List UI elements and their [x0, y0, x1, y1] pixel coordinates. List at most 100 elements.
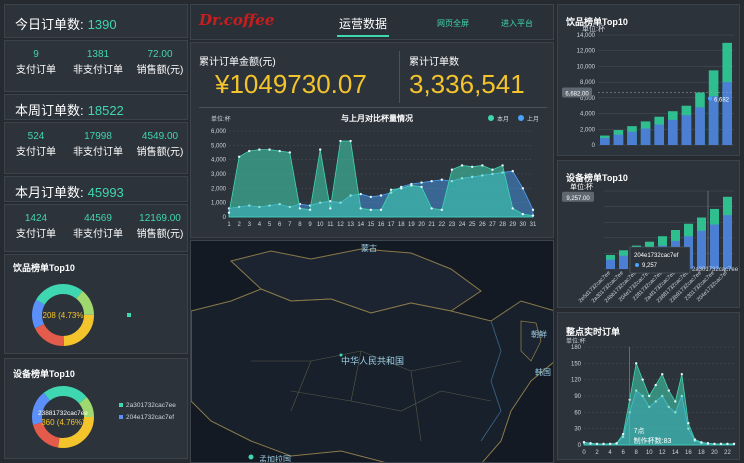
- x-tick-label: 8: [298, 222, 302, 228]
- month-panel: 本月订单数: 45993: [4, 176, 188, 202]
- data-point: [706, 442, 710, 445]
- data-point: [379, 194, 383, 197]
- x-tick-label: 16: [378, 222, 385, 228]
- data-point: [521, 212, 525, 216]
- x-tick-label: 19: [408, 222, 415, 228]
- y-tick-label: 60: [574, 410, 581, 416]
- drink-donut-center: 208 (4.73%: [43, 311, 84, 320]
- today-title: 今日订单数: 1390: [15, 17, 117, 32]
- y-tick-label: 1,000: [211, 201, 227, 207]
- month-paid: 1424: [24, 213, 48, 224]
- data-point: [319, 148, 322, 151]
- tab-operations[interactable]: 运营数据: [339, 15, 387, 32]
- y-tick-label: 5,000: [211, 143, 227, 149]
- data-point: [511, 207, 514, 210]
- x-tick-label: 28: [499, 222, 506, 228]
- data-point: [420, 181, 423, 184]
- label: 销售额(元): [136, 229, 184, 240]
- month-title: 本月订单数: 45993: [15, 185, 124, 200]
- data-point: [661, 373, 664, 376]
- tab-enter-platform[interactable]: 进入平台: [501, 18, 533, 29]
- device-bar-chart[interactable]: 单位:杯2e5d1732cac7ee2a301732cac7ee24bb1732…: [558, 161, 741, 309]
- y-tick-label: 4,000: [211, 158, 227, 164]
- totals-divider: [399, 51, 400, 103]
- device-donut-chart[interactable]: 23881732cac7ee 360 (4.76%) 2a301732cac7e…: [5, 359, 189, 460]
- x-tick-label: 12: [337, 222, 344, 228]
- data-point: [440, 178, 443, 181]
- week-count: 18522: [87, 103, 124, 118]
- data-point: [615, 442, 618, 445]
- y-tick-label: 2,000: [580, 127, 596, 133]
- x-tick-label: 2: [595, 450, 599, 456]
- week-unpaid: 17998: [84, 131, 112, 142]
- drink-top10-panel: 饮品榜单Top10 208 (4.73%: [4, 254, 188, 354]
- count-value: 3,336,541: [409, 69, 525, 99]
- today-unpaid: 1381: [86, 49, 110, 60]
- series-area-0: [583, 361, 735, 446]
- device-donut-value: 360 (4.76%): [41, 418, 85, 427]
- data-point: [329, 207, 332, 210]
- x-tick-label: 23: [449, 222, 456, 228]
- map-panel[interactable]: 蒙古 中华人民共和国 朝鲜 韩国 孟加拉国: [190, 240, 554, 463]
- map-label-china: 中华人民共和国: [341, 355, 404, 366]
- tooltip-label: 6,682: [714, 97, 730, 103]
- axis-unit: 单位:杯: [566, 337, 586, 345]
- x-tick-label: 2: [237, 222, 241, 228]
- drink-bar-chart[interactable]: 单位:杯02,0004,0006,0008,00010,00012,00014,…: [558, 5, 741, 157]
- bar: [708, 96, 719, 145]
- data-point: [237, 155, 241, 158]
- bar: [619, 255, 628, 269]
- data-point: [693, 438, 697, 441]
- amount-value: ¥1049730.07: [215, 69, 367, 99]
- data-point: [680, 373, 684, 376]
- x-tick-label: 8: [635, 450, 639, 456]
- data-point: [288, 151, 291, 154]
- bar: [668, 119, 678, 145]
- label: 销售额(元): [136, 65, 184, 76]
- tooltip-marker: [708, 96, 712, 101]
- data-point: [339, 139, 342, 143]
- y-tick-label: 150: [571, 361, 582, 367]
- y-tick-label: 12,000: [577, 49, 596, 55]
- data-point: [278, 149, 281, 153]
- bar: [710, 224, 719, 269]
- x-tick-label: 18: [398, 222, 405, 228]
- x-tick-label: 4: [608, 450, 612, 456]
- x-tick-label: 12: [659, 450, 666, 456]
- y-tick-label: 120: [571, 378, 582, 384]
- data-point: [501, 164, 504, 167]
- data-point: [648, 394, 651, 398]
- x-tick-label: 10: [317, 222, 324, 228]
- realtime-chart[interactable]: 单位:杯 0 30 60 90 120 150 180 0 2 4 6 8 10 12 14 16 18 20 22 7…: [558, 313, 741, 461]
- data-point: [420, 185, 423, 189]
- tab-underline: [337, 35, 389, 37]
- today-paid: 9: [33, 49, 39, 60]
- x-tick-label: 25: [469, 222, 476, 228]
- device-legend-1: 2a301732cac7ee: [126, 402, 176, 409]
- axis-unit: 单位:杯: [211, 115, 231, 123]
- bar: [723, 215, 732, 269]
- bar: [613, 134, 624, 145]
- data-point: [732, 442, 736, 446]
- x-tick-label: 7: [288, 222, 292, 228]
- data-point: [589, 442, 592, 445]
- bar: [627, 131, 637, 145]
- x-tick-label: 20: [711, 450, 718, 456]
- data-point: [471, 165, 474, 169]
- tab-fullscreen[interactable]: 网页全屏: [437, 18, 469, 29]
- drink-donut-chart[interactable]: 208 (4.73%: [5, 255, 189, 355]
- data-point: [726, 442, 729, 446]
- data-point: [369, 195, 373, 199]
- x-tick-label: 27: [489, 222, 496, 228]
- compare-chart[interactable]: 单位:杯 与上月对比杯量情况 本月 上月 0 1,000 2,000 3,000 4,000 5,…: [191, 109, 555, 239]
- data-point: [531, 208, 535, 212]
- tooltip-value: 6,682.00: [565, 91, 589, 97]
- today-sales: 72.00: [147, 49, 173, 60]
- data-point: [674, 400, 677, 403]
- data-point: [258, 148, 261, 151]
- x-tick-label: 31: [530, 222, 537, 228]
- label: 非支付订单: [73, 147, 123, 158]
- data-point: [450, 168, 454, 171]
- bar: [606, 259, 615, 269]
- legend-marker: [488, 115, 494, 121]
